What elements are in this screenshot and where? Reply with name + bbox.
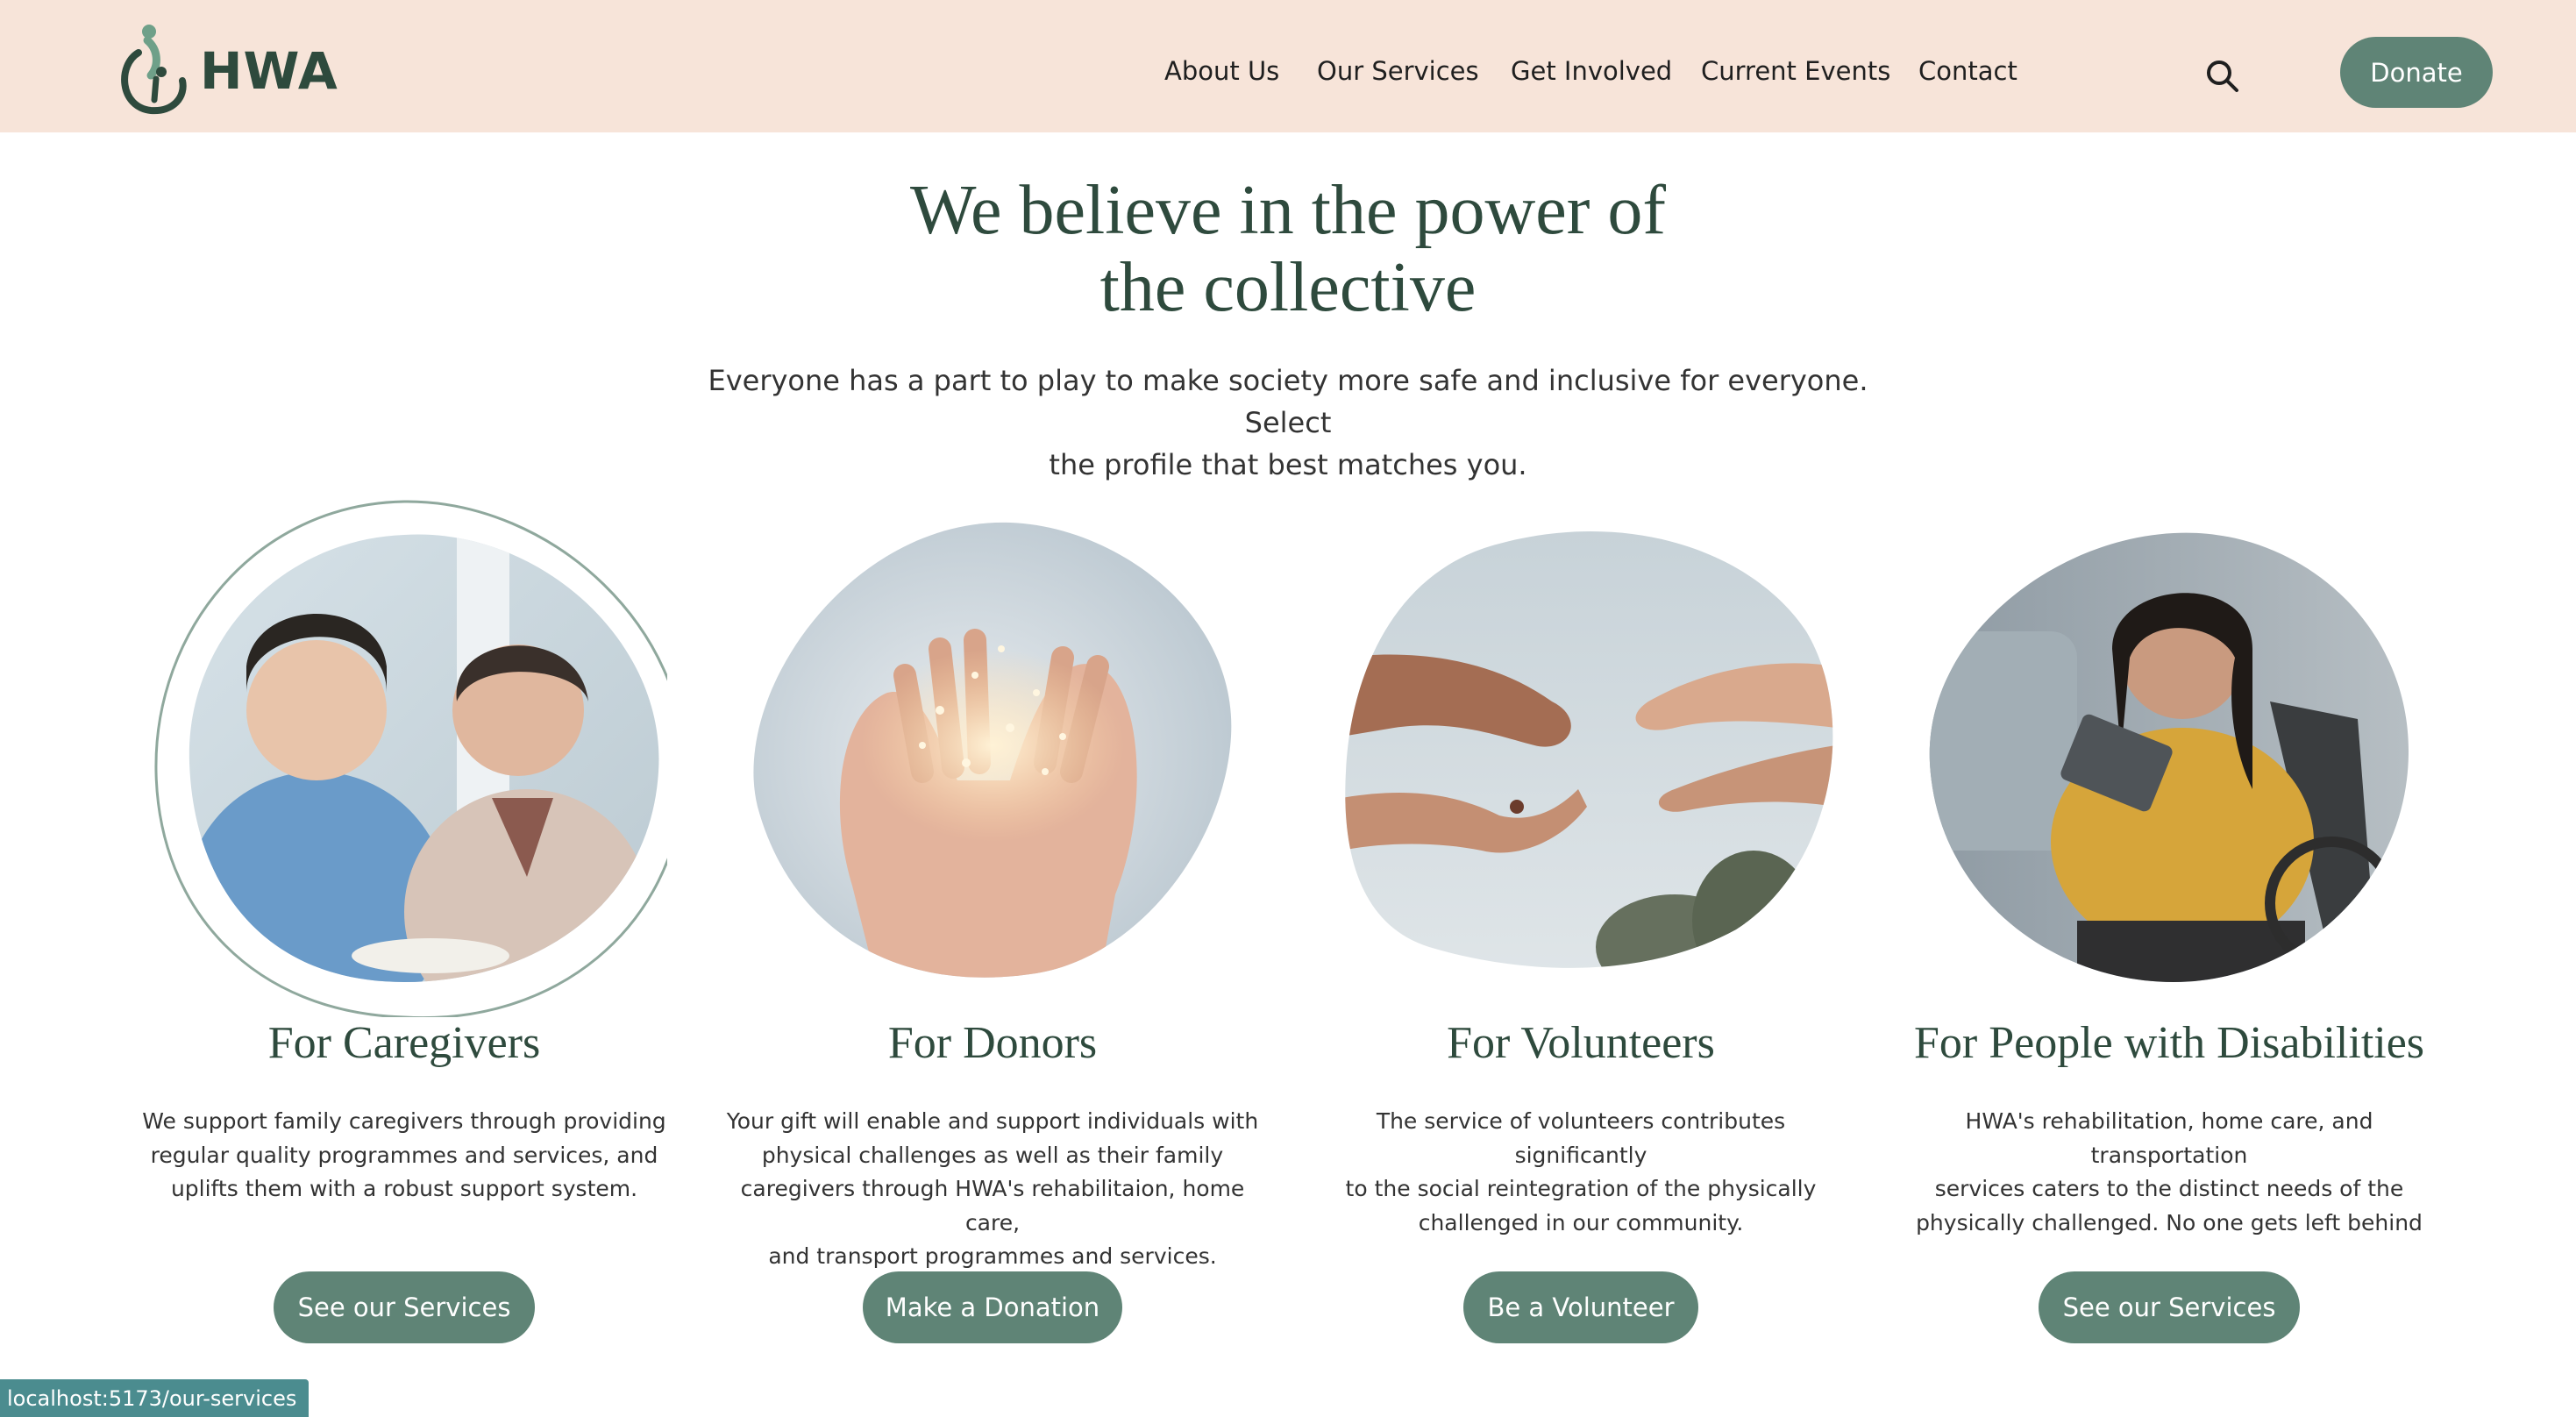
hero-title-line2: the collective [1099, 249, 1477, 326]
card-donors: For Donors Your gift will enable and sup… [703, 491, 1282, 1368]
card-description-line: The service of volunteers contributes si… [1376, 1108, 1786, 1168]
hero-title: We believe in the power of the collectiv… [789, 172, 1787, 326]
donors-image [753, 522, 1232, 978]
card-description: Your gift will enable and support indivi… [721, 1105, 1264, 1274]
card-caregivers: For Caregivers We support family caregiv… [115, 491, 694, 1368]
card-description-line: uplifts them with a robust support syste… [170, 1176, 638, 1201]
hero-title-line1: We believe in the power of [909, 172, 1667, 249]
status-bar-url: localhost:5173/our-services [0, 1379, 310, 1417]
card-description-line: caregivers through HWA's rehabilitaion, … [740, 1176, 1245, 1235]
card-description: The service of volunteers contributes si… [1309, 1105, 1853, 1240]
nav-current-events[interactable]: Current Events [1701, 56, 1890, 86]
nav-about-us[interactable]: About Us [1164, 56, 1279, 86]
nav-our-services[interactable]: Our Services [1317, 56, 1479, 86]
disabilities-image [1929, 532, 2409, 982]
card-description: HWA's rehabilitation, home care, and tra… [1897, 1105, 2441, 1240]
card-description-line: We support family caregivers through pro… [142, 1108, 666, 1134]
donate-button[interactable]: Donate [2340, 37, 2493, 108]
search-icon[interactable] [2204, 58, 2241, 95]
volunteers-image [1345, 531, 1833, 968]
caregivers-image [154, 500, 667, 1017]
card-description-line: physical challenges as well as their fam… [761, 1142, 1224, 1168]
card-description-line: physically challenged. No one gets left … [1916, 1209, 2423, 1235]
see-our-services-button[interactable]: See our Services [2039, 1271, 2300, 1343]
card-description-line: services caters to the distinct needs of… [1934, 1176, 2404, 1201]
card-people-with-disabilities: For People with Disabilities HWA's rehab… [1880, 491, 2459, 1368]
card-description-line: to the social reintegration of the physi… [1345, 1176, 1817, 1201]
hero-subtitle: Everyone has a part to play to make soci… [684, 360, 1892, 486]
make-a-donation-button[interactable]: Make a Donation [863, 1271, 1122, 1343]
card-volunteers: For Volunteers The service of volunteers… [1292, 491, 1870, 1368]
card-description-line: challenged in our community. [1418, 1209, 1744, 1235]
card-description-line: HWA's rehabilitation, home care, and tra… [1965, 1108, 2373, 1168]
logo-icon [121, 25, 187, 115]
be-a-volunteer-button[interactable]: Be a Volunteer [1463, 1271, 1698, 1343]
nav-contact[interactable]: Contact [1918, 56, 2017, 86]
card-title: For Caregivers [267, 1018, 541, 1068]
site-header: HWA About Us Our Services Get Involved C… [0, 0, 2576, 132]
card-title: For People with Disabilities [1913, 1018, 2425, 1068]
card-description-line: Your gift will enable and support indivi… [726, 1108, 1259, 1134]
hero-subtitle-line1: Everyone has a part to play to make soci… [708, 364, 1868, 439]
card-title: For Donors [887, 1018, 1098, 1068]
logo[interactable]: HWA [112, 23, 358, 119]
card-description-line: and transport programmes and services. [768, 1243, 1217, 1269]
logo-text: HWA [200, 41, 338, 101]
card-description: We support family caregivers through pro… [132, 1105, 676, 1207]
card-description-line: regular quality programmes and services,… [150, 1142, 658, 1168]
hero-subtitle-line2: the profile that best matches you. [1049, 448, 1527, 481]
see-our-services-button[interactable]: See our Services [274, 1271, 535, 1343]
nav-get-involved[interactable]: Get Involved [1511, 56, 1672, 86]
card-title: For Volunteers [1447, 1018, 1715, 1068]
